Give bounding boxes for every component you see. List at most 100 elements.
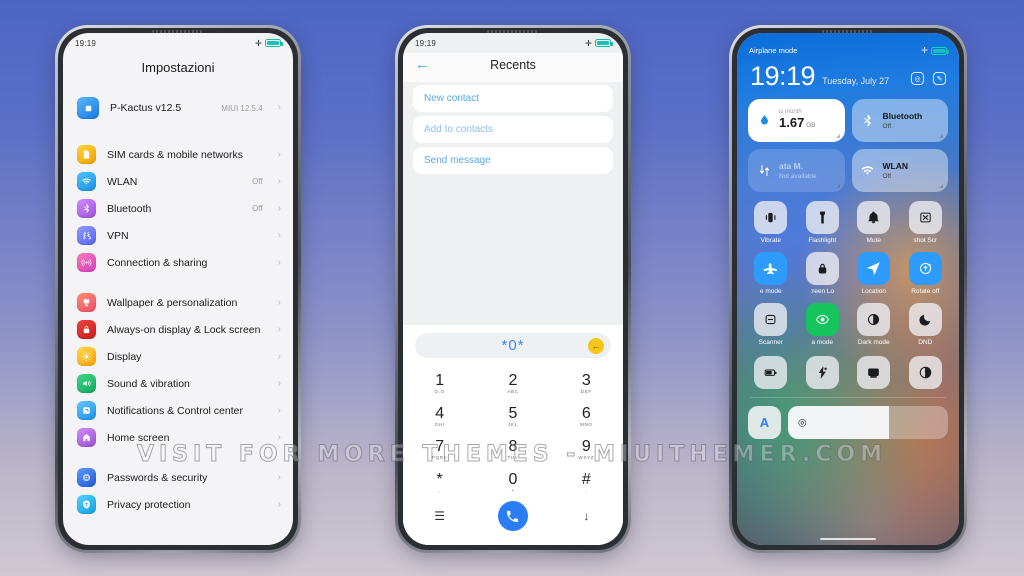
settings-row[interactable]: Notifications & Control center › (63, 397, 293, 424)
settings-row[interactable]: VPN › (63, 222, 293, 249)
bell-icon (868, 211, 880, 224)
settings-row[interactable]: Display › (63, 343, 293, 370)
dialpad-key[interactable]: 7 PQRS (403, 432, 476, 465)
contact-option[interactable]: New contact (413, 85, 613, 112)
settings-row[interactable]: Home screen › (63, 424, 293, 451)
settings-row[interactable]: SIM cards & mobile networks › (63, 141, 293, 168)
dialpad-letters: DEF (580, 389, 592, 394)
notifications-icon (77, 401, 96, 420)
toggle-cell[interactable]: Rotate off (903, 252, 949, 296)
reading-mode-icon (919, 366, 931, 379)
tile-name: Bluetooth (882, 110, 923, 121)
dialpad-key[interactable]: 1 O,O (403, 366, 476, 399)
toggle-button[interactable] (908, 201, 942, 234)
dialpad-letters: JKL (508, 422, 518, 427)
dialpad-key[interactable]: 2 ABC (476, 366, 549, 399)
toggle-cell[interactable]: e mode (748, 252, 794, 296)
toggle-button[interactable] (805, 303, 839, 336)
dialpad-key[interactable]: 3 DEF (550, 366, 623, 399)
dialpad-key[interactable]: 6 MNO (550, 399, 623, 432)
toggle-button[interactable] (805, 356, 839, 389)
dialpad-letters: GHI (434, 422, 445, 427)
settings-row[interactable]: Wallpaper & personalization › (63, 289, 293, 316)
settings-row[interactable]: Passwords & security › (63, 464, 293, 491)
dialpad: *0* ← 1 O,O 2 ABC 3 DEF 4 GHI 5 JKL 6 MNO 7 PQRS 8 TUV 9… (403, 325, 623, 545)
toggle-cell[interactable]: :reen Lo (800, 252, 846, 296)
dialpad-key[interactable]: #; (550, 465, 623, 498)
contact-option[interactable]: Add to contacts (413, 116, 613, 143)
toggle-button[interactable] (857, 201, 891, 234)
dialpad-digit: 2 (508, 372, 518, 389)
settings-row-miui-version[interactable]: P-Kactus v12.5 MIUI 12.5.4 › (63, 88, 293, 128)
status-bar: 19:19 ✛ (403, 33, 623, 53)
toggle-cell[interactable]: a mode (800, 303, 846, 347)
control-tile[interactable]: is month 1.67 GB (748, 99, 845, 142)
settings-row[interactable]: Always-on display & Lock screen › (63, 316, 293, 343)
toggle-button[interactable] (805, 252, 839, 285)
dialpad-letters: PQRS (431, 455, 448, 460)
toggle-button[interactable] (857, 356, 891, 389)
edit-icon[interactable]: ✎ (933, 72, 946, 85)
call-button[interactable] (497, 501, 528, 531)
toggle-cell[interactable]: DND (903, 303, 949, 347)
dialpad-key[interactable]: 0 + (476, 465, 549, 498)
settings-row[interactable]: Privacy protection › (63, 491, 293, 518)
settings-row[interactable]: Connection & sharing › (63, 249, 293, 276)
padlock-icon (818, 263, 826, 274)
toggle-button[interactable] (908, 356, 942, 389)
toggle-cell[interactable]: Vibrate (748, 201, 794, 245)
tile-value: 1.67 GB (779, 115, 816, 130)
brightness-slider[interactable]: ◎ (788, 406, 948, 439)
brightness-slider-icon: ◎ (798, 417, 807, 428)
dialpad-key[interactable]: 8 TUV (476, 432, 549, 465)
camera-icon[interactable]: ◎ (911, 72, 924, 85)
toggle-button[interactable] (754, 252, 788, 285)
control-tile[interactable]: ata M. Not available (748, 149, 845, 192)
backspace-icon[interactable]: ← (588, 337, 604, 354)
tile-name: ata M. (779, 160, 804, 171)
toggle-button[interactable] (754, 303, 788, 336)
group-separator (63, 276, 293, 289)
menu-icon[interactable]: ☰ (403, 509, 476, 523)
toggle-cell[interactable] (800, 356, 846, 389)
toggle-button[interactable] (754, 356, 788, 389)
resize-corner-icon (939, 184, 943, 188)
settings-group: SIM cards & mobile networks › WLAN Off › Blue… (63, 141, 293, 276)
toggle-cell[interactable]: Flashlight (800, 201, 846, 245)
chevron-right-icon: › (277, 323, 281, 335)
clock: 19:19 (750, 61, 816, 91)
toggle-button[interactable] (805, 201, 839, 234)
settings-row-label: SIM cards & mobile networks (107, 148, 243, 161)
control-tile[interactable]: Bluetooth Off (851, 99, 948, 142)
dialpad-key[interactable]: 5 JKL (476, 399, 549, 432)
toggle-cell[interactable]: Location (851, 252, 897, 296)
toggle-button[interactable] (754, 201, 788, 234)
toggle-cell[interactable]: Mute (851, 201, 897, 245)
control-tile[interactable]: WLAN Off (851, 149, 948, 192)
vibrate-icon (766, 212, 776, 223)
toggle-cell[interactable] (851, 356, 897, 389)
number-input[interactable]: *0* ← (415, 333, 611, 358)
toggle-button[interactable] (857, 303, 891, 336)
settings-row[interactable]: Bluetooth Off › (63, 195, 293, 222)
toggle-cell[interactable]: Scanner (748, 303, 794, 347)
toggle-cell[interactable]: shot Scr (903, 201, 949, 245)
settings-row[interactable]: WLAN Off › (63, 168, 293, 195)
toggle-button[interactable] (908, 252, 942, 285)
toggle-button[interactable] (857, 252, 891, 285)
toggle-cell[interactable]: Dark mode (851, 303, 897, 347)
toggle-cell[interactable] (903, 356, 949, 389)
phone-settings: 19:19 ✛ Impostazioni P-Kactus v12.5 MIUI … (55, 25, 301, 553)
arrow-down-icon[interactable]: ↓ (550, 509, 623, 523)
settings-row[interactable]: Sound & vibration › (63, 370, 293, 397)
dialpad-letters: + (511, 488, 515, 493)
dialpad-key[interactable]: *, (403, 465, 476, 498)
chevron-right-icon: › (277, 102, 281, 113)
contact-option[interactable]: Send message (413, 147, 613, 174)
home-indicator[interactable] (820, 537, 876, 540)
dialpad-key[interactable]: 4 GHI (403, 399, 476, 432)
dialpad-key[interactable]: 9 WXYZ (550, 432, 623, 465)
toggle-cell[interactable] (748, 356, 794, 389)
font-size-button[interactable]: A (748, 406, 781, 439)
toggle-button[interactable] (908, 303, 942, 336)
